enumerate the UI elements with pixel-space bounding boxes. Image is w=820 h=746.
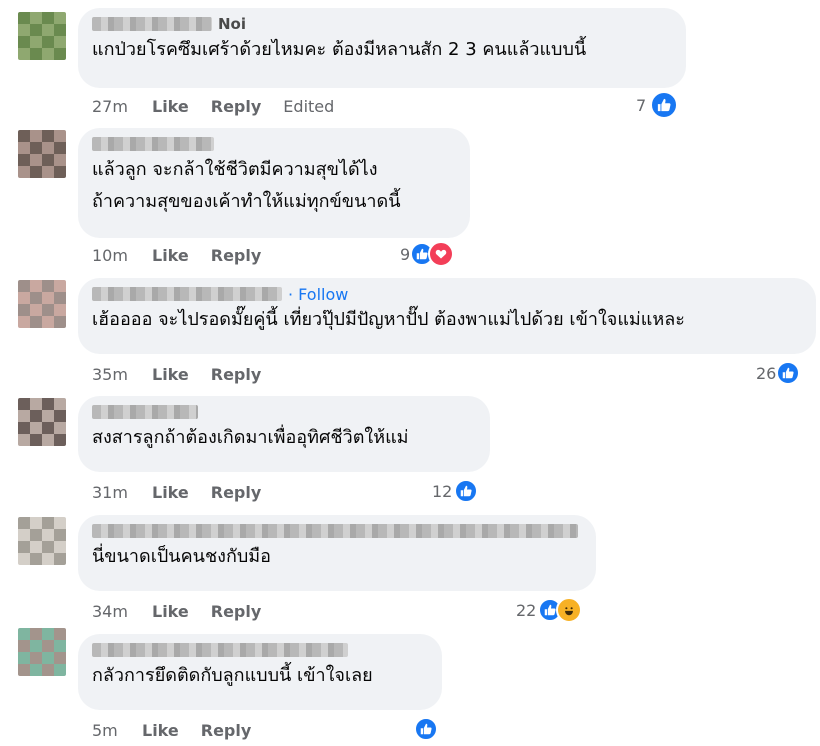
comment-bubble: กลัวการยึดติดกับลูกแบบนี้ เข้าใจเลย [78,634,442,710]
commenter-name-blurred [92,524,578,538]
reaction-summary[interactable]: 26 [756,360,801,386]
avatar[interactable] [18,12,66,60]
commenter-name-blurred [92,405,198,419]
comment-actions: 5m Like Reply [92,718,273,742]
reaction-summary[interactable]: 22 [516,597,583,623]
comment-time[interactable]: 5m [92,721,142,740]
commenter-name-row [92,521,582,541]
like-reaction-icon [776,361,801,385]
comment-actions: 35m Like Reply [92,362,283,386]
edited-label: Edited [283,96,335,116]
like-button[interactable]: Like [152,602,189,621]
reaction-summary[interactable] [414,716,438,742]
commenter-name-row: Noi [92,14,672,34]
comment-text-line-2: ถ้าความสุขของเค้าทำให้แม่ทุกข์ขนาดนี้ [92,191,401,212]
comment-bubble: สงสารลูกถ้าต้องเกิดมาเพื่ออุทิศชีวิตให้แ… [78,396,490,472]
commenter-name-blurred [92,17,212,31]
reaction-summary[interactable]: 9 [400,241,455,267]
reaction-count: 12 [432,481,453,501]
comment-text: แกป่วยโรคซึมเศร้าด้วยไหมคะ ต้องมีหลานสัก… [92,39,587,60]
haha-reaction-icon [556,597,583,623]
comment-time[interactable]: 10m [92,246,152,265]
comment-bubble: · Follow เฮ้ออออ จะไปรอดมั๊ยคู่นี้ เที่ย… [78,278,816,354]
avatar[interactable] [18,517,66,565]
love-reaction-icon [428,241,455,267]
like-reaction-icon [454,479,479,503]
comment-bubble: แล้วลูก จะกล้าใช้ชีวิตมีความสุขได้ไง ถ้า… [78,128,470,238]
reaction-count: 7 [636,95,647,115]
comment-time[interactable]: 27m [92,97,152,116]
comment-text: เฮ้ออออ จะไปรอดมั๊ยคู่นี้ เที่ยวปุ๊ปมีปั… [92,309,685,330]
commenter-name-row [92,640,428,660]
reaction-count: 9 [400,244,411,264]
like-button[interactable]: Like [152,97,189,116]
reaction-summary[interactable]: 7 [636,91,679,119]
like-button[interactable]: Like [152,246,189,265]
follow-button[interactable]: · Follow [288,285,348,304]
reply-button[interactable]: Reply [211,246,262,265]
reply-button[interactable]: Reply [211,365,262,384]
reply-button[interactable]: Reply [211,483,262,502]
reply-button[interactable]: Reply [211,97,262,116]
avatar[interactable] [18,398,66,446]
commenter-name-row: · Follow [92,284,802,304]
comment-actions: 27m Like Reply Edited [92,94,334,118]
comment-time[interactable]: 35m [92,365,152,384]
commenter-name-row [92,402,476,422]
commenter-name-blurred [92,137,214,151]
like-button[interactable]: Like [152,483,189,502]
comment-time[interactable]: 34m [92,602,152,621]
comment-bubble: Noi แกป่วยโรคซึมเศร้าด้วยไหมคะ ต้องมีหลา… [78,8,686,88]
avatar[interactable] [18,280,66,328]
comment-text: สงสารลูกถ้าต้องเกิดมาเพื่ออุทิศชีวิตให้แ… [92,427,409,448]
commenter-name[interactable]: Noi [218,15,246,33]
comment-text: นี่ขนาดเป็นคนชงกับมือ [92,546,271,567]
commenter-name-blurred [92,643,348,657]
reply-button[interactable]: Reply [211,602,262,621]
comment-actions: 34m Like Reply [92,599,283,623]
reply-button[interactable]: Reply [201,721,252,740]
commenter-name-row [92,134,456,154]
like-reaction-icon [650,91,679,119]
commenter-name-blurred [92,287,282,301]
comment-time[interactable]: 31m [92,483,152,502]
comment-text: กลัวการยึดติดกับลูกแบบนี้ เข้าใจเลย [92,665,373,686]
comment-text-line-1: แล้วลูก จะกล้าใช้ชีวิตมีความสุขได้ไง [92,159,378,180]
reaction-summary[interactable]: 12 [432,478,479,504]
comment-actions: 10m Like Reply [92,243,283,267]
comment-bubble: นี่ขนาดเป็นคนชงกับมือ [78,515,596,591]
avatar[interactable] [18,628,66,676]
like-button[interactable]: Like [152,365,189,384]
like-button[interactable]: Like [142,721,179,740]
avatar[interactable] [18,130,66,178]
reaction-count: 22 [516,600,537,620]
reaction-count: 26 [756,363,777,383]
comment-actions: 31m Like Reply [92,480,283,504]
like-reaction-icon [414,717,438,741]
